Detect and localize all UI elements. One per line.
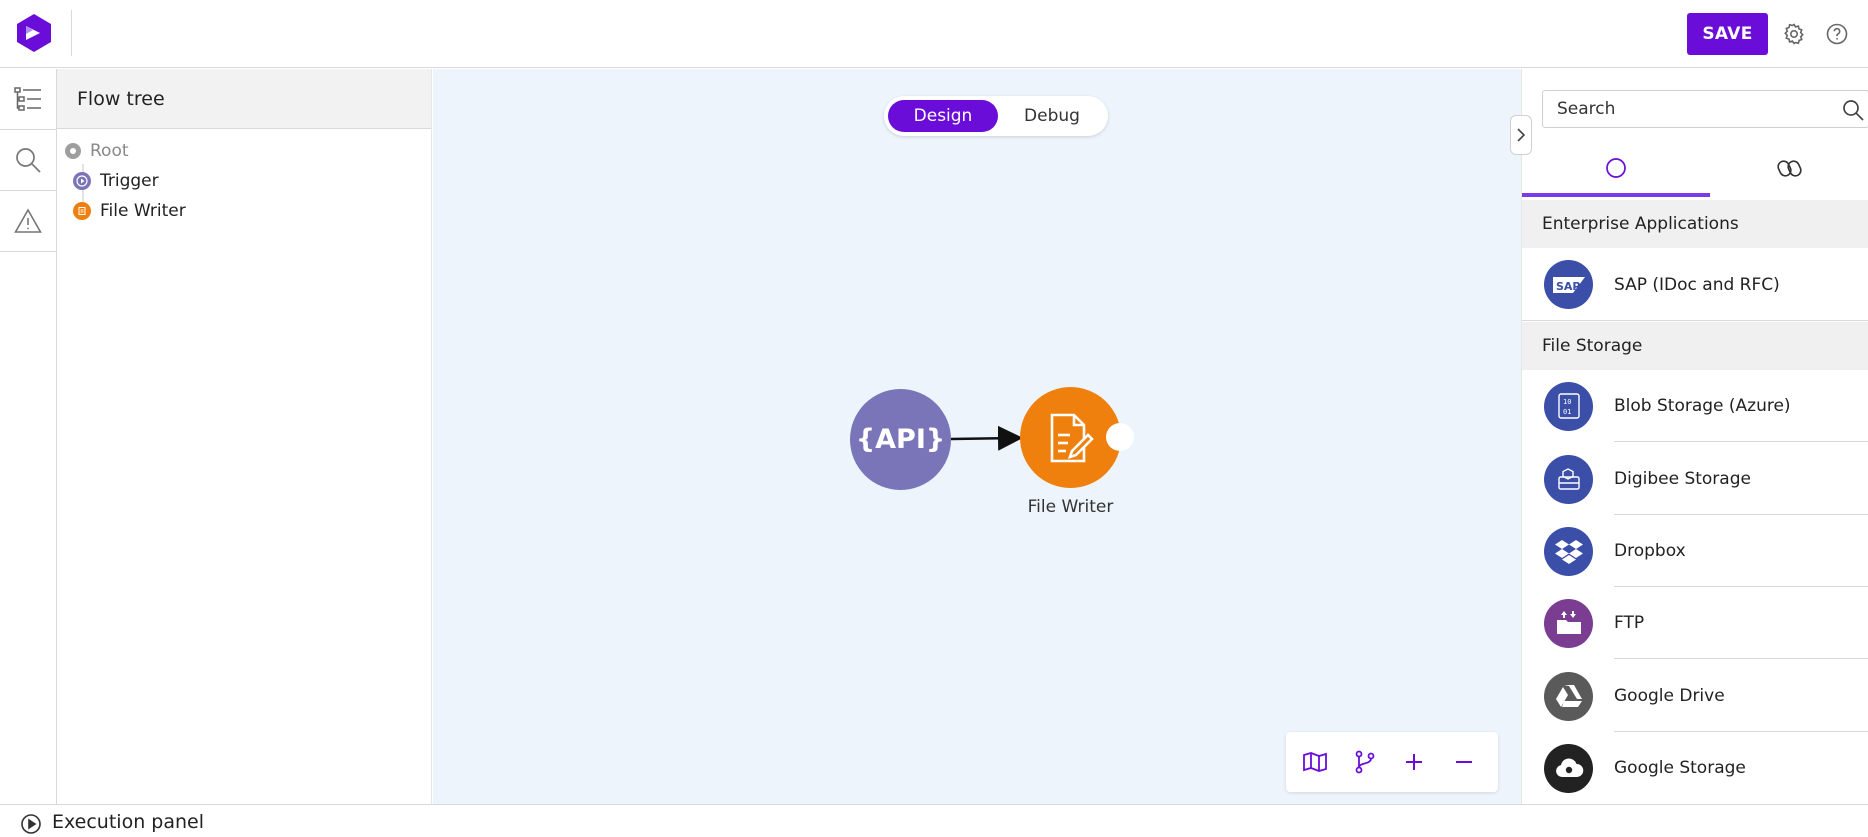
google-drive-icon [1544,671,1593,721]
logo-divider [71,10,72,56]
tree-item-file-writer[interactable]: File Writer [73,201,186,221]
zoom-out-button[interactable] [1449,747,1479,777]
capsules-icon [1776,160,1802,177]
tree-item-label: Root [90,141,129,161]
panel-collapse-button[interactable] [1510,115,1532,155]
dropbox-icon [1544,526,1593,576]
google-storage-icon [1544,743,1593,793]
rail-search-button[interactable] [0,130,56,191]
sap-icon: SAP [1544,260,1593,309]
search-icon [16,148,41,173]
tree-connector-lines [82,164,84,207]
connector-blob-storage[interactable]: 10 01 Blob Storage (Azure) [1522,370,1868,442]
list-divider [1614,658,1868,659]
trigger-node[interactable]: {API} [850,389,951,490]
digibee-logo-icon[interactable] [16,14,52,52]
connector-label: Blob Storage (Azure) [1614,396,1791,416]
branch-icon [1355,750,1375,774]
connector-label: Google Drive [1614,686,1725,706]
flow-tree-panel: Flow tree Root Trigger File Writer [57,69,432,804]
warning-icon [14,208,42,233]
connection-arrow [950,425,1023,451]
chevron-right-icon [1517,128,1526,142]
svg-text:01: 01 [1563,408,1571,416]
section-enterprise-applications: Enterprise Applications [1522,200,1868,248]
connector-label: FTP [1614,613,1645,633]
section-file-storage: File Storage [1522,322,1868,370]
tree-item-trigger[interactable]: Trigger [73,171,159,191]
tree-item-root[interactable]: Root [65,141,129,161]
component-search [1542,90,1868,128]
list-divider [1614,441,1868,442]
rail-flow-tree-button[interactable] [0,69,56,130]
zoom-out-icon [1456,761,1472,763]
connector-google-drive[interactable]: Google Drive [1522,660,1868,732]
left-rail [0,69,57,804]
trigger-node-icon [73,172,91,190]
connector-label: Google Storage [1614,758,1746,778]
search-input[interactable] [1543,91,1833,127]
connector-ftp[interactable]: FTP [1522,587,1868,659]
blob-storage-icon: 10 01 [1544,381,1593,431]
tab-capsules[interactable] [1710,139,1868,197]
zoom-in-icon [1406,754,1422,770]
connector-label: Digibee Storage [1614,469,1751,489]
flow-canvas[interactable]: Design Debug {API} File Writer [433,69,1521,804]
zoom-in-button[interactable] [1399,747,1429,777]
tree-item-label: Trigger [100,171,159,191]
canvas-controls [1286,732,1498,792]
rail-warnings-button[interactable] [0,191,56,252]
connector-google-storage[interactable]: Google Storage [1522,732,1868,804]
tab-components[interactable] [1522,139,1710,197]
file-writer-node-icon [73,202,91,220]
components-panel: Enterprise Applications SAP SAP (IDoc an… [1521,69,1868,804]
connector-digibee-storage[interactable]: Digibee Storage [1522,443,1868,515]
file-writer-icon [1050,413,1094,462]
flow-tree-icon [14,87,41,111]
digibee-storage-icon [1544,454,1593,504]
help-icon[interactable] [1825,22,1849,46]
circle-icon [1606,158,1626,178]
execution-panel-bar[interactable]: Execution panel [0,804,1868,837]
svg-text:10: 10 [1563,398,1571,406]
top-bar: SAVE [0,0,1868,68]
connector-dropbox[interactable]: Dropbox [1522,515,1868,587]
tree-item-label: File Writer [100,201,186,221]
map-icon [1303,752,1327,772]
branch-button[interactable] [1350,747,1380,777]
connector-sap[interactable]: SAP SAP (IDoc and RFC) [1522,249,1868,321]
ftp-folder-icon [1544,598,1593,648]
search-icon[interactable] [1841,98,1865,122]
connector-label: SAP (IDoc and RFC) [1614,274,1780,295]
svg-text:SAP: SAP [1556,280,1581,293]
active-tab-indicator [1522,193,1710,197]
file-writer-node-label: File Writer [1027,497,1114,517]
play-circle-icon [21,814,41,834]
connector-label: Dropbox [1614,541,1686,561]
minimap-button[interactable] [1300,747,1330,777]
save-button[interactable]: SAVE [1687,13,1768,55]
node-output-port[interactable] [1106,423,1134,451]
root-node-icon [65,143,81,159]
gear-icon[interactable] [1782,22,1806,46]
execution-panel-label: Execution panel [52,811,204,833]
